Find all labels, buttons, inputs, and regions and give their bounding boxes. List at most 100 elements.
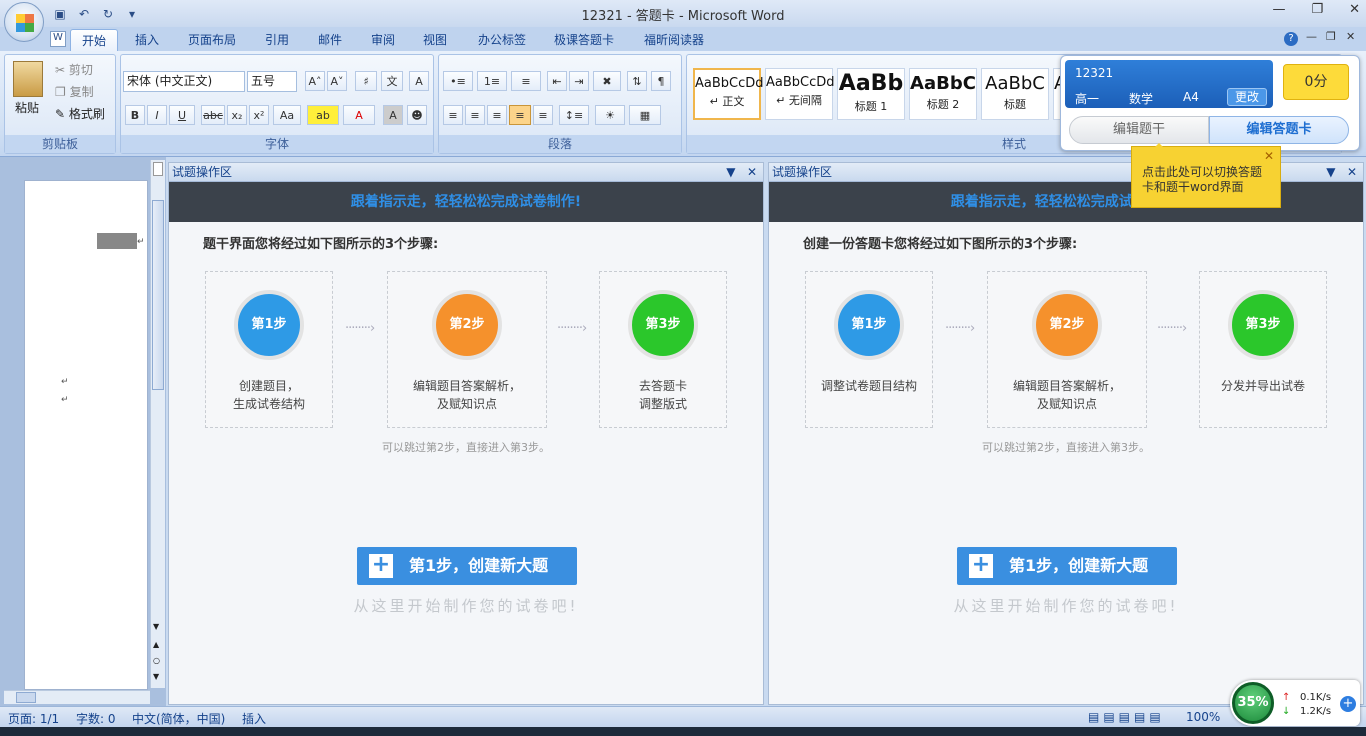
customize-icon[interactable]: ▾ — [122, 5, 142, 23]
vertical-scrollbar[interactable]: ▼ ▲ ○ ▼ — [150, 160, 165, 688]
decrease-indent-icon[interactable]: ⇤ — [547, 71, 567, 91]
paste-icon[interactable] — [13, 61, 43, 97]
copy-button[interactable]: ❐ 复制 — [55, 83, 94, 100]
underline-icon[interactable]: U — [169, 105, 195, 125]
font-color-icon[interactable]: A — [343, 105, 375, 125]
add-icon[interactable]: + — [1340, 696, 1356, 712]
numbering-icon[interactable]: 1≡ — [477, 71, 507, 91]
align-center-icon[interactable]: ≡ — [465, 105, 485, 125]
panel-close-icon[interactable]: ✕ — [747, 165, 757, 179]
highlight-icon[interactable]: ab — [307, 105, 339, 125]
panel-menu-icon[interactable]: ▼ — [1326, 165, 1335, 179]
italic-icon[interactable]: I — [147, 105, 167, 125]
superscript-icon[interactable]: x² — [249, 105, 269, 125]
tip-close-icon[interactable]: ✕ — [1264, 149, 1274, 164]
steps-intro: 创建一份答题卡您将经过如下图所示的3个步骤: — [803, 237, 1078, 252]
tab-home[interactable]: 开始 — [70, 29, 118, 51]
edit-answer-card-tab[interactable]: 编辑答题卡 — [1209, 116, 1349, 144]
zoom-level[interactable]: 100% — [1186, 710, 1220, 724]
panel-close-icon[interactable]: ✕ — [1347, 165, 1357, 179]
ribbon-close-icon[interactable]: ✕ — [1346, 30, 1355, 43]
ribbon-minimize-icon[interactable]: — — [1306, 30, 1317, 43]
hscroll-thumb[interactable] — [16, 692, 36, 703]
insert-mode[interactable]: 插入 — [242, 710, 266, 727]
undo-icon[interactable]: ↶ — [74, 5, 94, 23]
sort-icon[interactable]: ⇅ — [627, 71, 647, 91]
align-left-icon[interactable]: ≡ — [443, 105, 463, 125]
show-marks-icon[interactable]: ¶ — [651, 71, 671, 91]
create-section-button[interactable]: + 第1步，创建新大题 — [357, 547, 577, 585]
scroll-thumb[interactable] — [152, 200, 164, 390]
borders-icon[interactable]: ▦ — [629, 105, 661, 125]
create-section-button[interactable]: + 第1步，创建新大题 — [957, 547, 1177, 585]
language-indicator[interactable]: 中文(简体，中国) — [132, 710, 225, 727]
tab-insert[interactable]: 插入 — [124, 29, 170, 51]
style-normal[interactable]: AaBbCcDd ↵ 正文 — [693, 68, 764, 120]
phonetic-guide-icon[interactable]: 文 — [381, 71, 403, 91]
chinese-layout-icon[interactable]: ✖ — [593, 71, 621, 91]
tab-mailings[interactable]: 邮件 — [307, 29, 353, 51]
shrink-font-icon[interactable]: A˅ — [327, 71, 347, 91]
tab-page-layout[interactable]: 页面布局 — [180, 29, 244, 51]
paragraph-mark: ↵ — [61, 395, 69, 405]
char-shading-icon[interactable]: A — [383, 105, 403, 125]
memory-usage[interactable]: 35% — [1232, 682, 1274, 724]
style-no-spacing[interactable]: AaBbCcDd ↵ 无间隔 — [765, 68, 835, 120]
font-name-select[interactable]: 宋体 (中文正文) — [123, 71, 245, 92]
redo-icon[interactable]: ↻ — [98, 5, 118, 23]
change-button[interactable]: 更改 — [1227, 88, 1267, 106]
clear-format-icon[interactable]: ♯ — [355, 71, 377, 91]
horizontal-scrollbar[interactable] — [4, 690, 150, 704]
subscript-icon[interactable]: x₂ — [227, 105, 247, 125]
help-icon[interactable]: ? — [1284, 32, 1298, 46]
page-count[interactable]: 页面: 1/1 — [8, 710, 59, 727]
style-heading-1[interactable]: AaBb 标题 1 — [837, 68, 905, 120]
restore-icon[interactable]: ❐ — [1311, 2, 1323, 17]
word-doc-icon[interactable]: W — [50, 31, 66, 47]
increase-indent-icon[interactable]: ⇥ — [569, 71, 589, 91]
tab-references[interactable]: 引用 — [254, 29, 300, 51]
cut-button[interactable]: ✂ 剪切 — [55, 61, 93, 78]
tab-foxit-reader[interactable]: 福昕阅读器 — [636, 29, 712, 51]
prev-page-icon[interactable]: ▲ — [153, 640, 159, 649]
close-icon[interactable]: ✕ — [1349, 2, 1360, 17]
ruler-toggle-icon[interactable] — [153, 162, 163, 176]
office-button[interactable] — [4, 2, 44, 42]
word-count[interactable]: 字数: 0 — [76, 710, 116, 727]
tab-office-tab[interactable]: 办公标签 — [470, 29, 534, 51]
scroll-down-icon[interactable]: ▼ — [153, 622, 159, 631]
distributed-icon[interactable]: ≡ — [533, 105, 553, 125]
view-buttons-icon[interactable]: ▤▤▤▤▤ — [1088, 710, 1165, 724]
shading-icon[interactable]: ☀ — [595, 105, 625, 125]
next-page-icon[interactable]: ▼ — [153, 672, 159, 681]
document-page[interactable]: ↵ ↵ ↵ — [24, 180, 148, 690]
multilevel-list-icon[interactable]: ≡ — [511, 71, 541, 91]
edit-stem-tab[interactable]: 编辑题干 — [1069, 116, 1209, 144]
align-right-icon[interactable]: ≡ — [487, 105, 507, 125]
char-border-icon[interactable]: A — [409, 71, 429, 91]
strikethrough-icon[interactable]: abc — [201, 105, 225, 125]
save-icon[interactable]: ▣ — [50, 5, 70, 23]
tab-review[interactable]: 审阅 — [360, 29, 406, 51]
font-size-select[interactable]: 五号 — [247, 71, 297, 92]
grow-font-icon[interactable]: A˄ — [305, 71, 325, 91]
style-title[interactable]: AaBbC 标题 — [981, 68, 1049, 120]
enclose-char-icon[interactable]: ☻ — [407, 105, 427, 125]
panel-menu-icon[interactable]: ▼ — [726, 165, 735, 179]
bold-icon[interactable]: B — [125, 105, 145, 125]
paste-button[interactable]: 粘贴 — [15, 99, 39, 116]
format-painter-button[interactable]: ✎ 格式刷 — [55, 105, 105, 122]
minimize-icon[interactable]: — — [1272, 2, 1285, 17]
change-case-icon[interactable]: Aa — [273, 105, 301, 125]
select-browse-icon[interactable]: ○ — [153, 656, 160, 665]
bullets-icon[interactable]: •≡ — [443, 71, 473, 91]
window-controls: — ❐ ✕ — [1272, 2, 1360, 17]
selected-image[interactable] — [97, 233, 137, 249]
tab-view[interactable]: 视图 — [412, 29, 458, 51]
tab-answer-card[interactable]: 极课答题卡 — [546, 29, 622, 51]
line-spacing-icon[interactable]: ↕≡ — [559, 105, 589, 125]
ribbon-restore-icon[interactable]: ❐ — [1326, 30, 1336, 43]
style-heading-2[interactable]: AaBbC 标题 2 — [909, 68, 977, 120]
justify-icon[interactable]: ≡ — [509, 105, 531, 125]
step-card: 第3步 去答题卡 调整版式 — [599, 271, 727, 428]
